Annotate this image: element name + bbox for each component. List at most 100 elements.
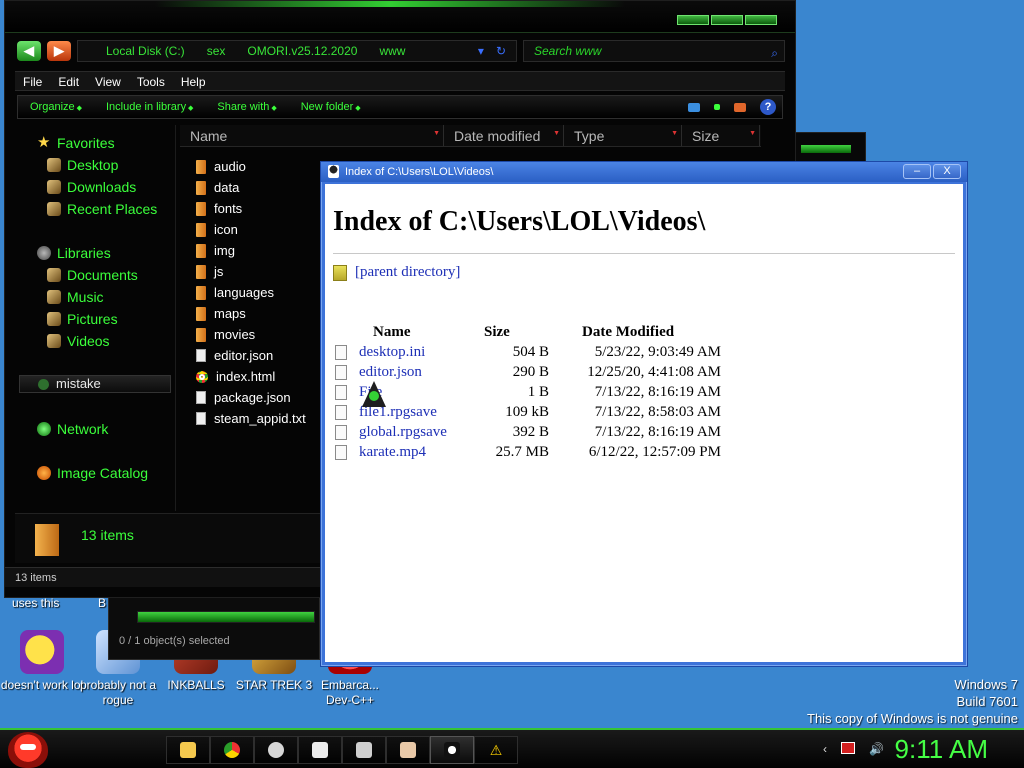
file-row[interactable]: maps: [196, 306, 246, 321]
maximize-button[interactable]: [711, 15, 743, 25]
taskbar-paint-button[interactable]: [386, 736, 430, 764]
table-row[interactable]: File 1 B 7/13/22, 8:16:19 AM: [335, 384, 735, 404]
back-button[interactable]: ◀: [17, 41, 41, 61]
column-size[interactable]: Size: [682, 125, 760, 146]
menu-edit[interactable]: Edit: [50, 72, 87, 90]
nav-libraries[interactable]: Libraries: [37, 245, 111, 261]
file-row[interactable]: fonts: [196, 201, 242, 216]
menu-help[interactable]: Help: [173, 72, 214, 90]
include-in-library-button[interactable]: Include in library: [94, 101, 205, 113]
command-bar: Organize Include in library Share with N…: [17, 95, 783, 119]
explorer-titlebar[interactable]: [5, 1, 795, 33]
view-menu-icon[interactable]: [714, 104, 720, 110]
close-button[interactable]: [745, 15, 777, 25]
file-icon: [335, 345, 347, 360]
nav-homegroup[interactable]: mistake: [19, 375, 171, 393]
minimize-button[interactable]: –: [903, 164, 931, 179]
nav-image-catalog[interactable]: Image Catalog: [37, 465, 148, 481]
index-window[interactable]: Index of C:\Users\LOL\Videos\ – X Index …: [320, 161, 968, 667]
taskbar-chrome-button[interactable]: [210, 736, 254, 764]
taskbar-7zip-button[interactable]: [298, 736, 342, 764]
column-date-modified[interactable]: Date modified: [444, 125, 564, 146]
desktop-icon-yahoo[interactable]: doesn't work lol: [0, 630, 84, 693]
column-type[interactable]: Type: [564, 125, 682, 146]
table-row[interactable]: karate.mp4 25.7 MB 6/12/22, 12:57:09 PM: [335, 444, 735, 464]
address-segment[interactable]: sex: [207, 44, 226, 58]
nav-music[interactable]: Music: [47, 289, 104, 305]
nav-recent-places[interactable]: Recent Places: [47, 201, 157, 217]
organize-button[interactable]: Organize: [18, 101, 94, 113]
show-hidden-icons-icon[interactable]: ‹: [823, 742, 827, 756]
nav-downloads[interactable]: Downloads: [47, 179, 136, 195]
file-icon: [335, 425, 347, 440]
taskbar-warning-button[interactable]: ⚠: [474, 736, 518, 764]
address-segment[interactable]: www: [379, 44, 405, 58]
forward-button[interactable]: ▶: [47, 41, 71, 61]
background-progress-window[interactable]: 0 / 1 object(s) selected: [108, 594, 320, 660]
nav-favorites[interactable]: ★ Favorites: [37, 135, 115, 151]
file-row[interactable]: languages: [196, 285, 274, 300]
background-window[interactable]: [790, 132, 866, 162]
file-row[interactable]: audio: [196, 159, 246, 174]
desktop-icon: [47, 158, 61, 172]
close-button[interactable]: X: [933, 164, 961, 179]
file-row[interactable]: package.json: [196, 390, 291, 405]
action-center-flag-icon[interactable]: [841, 742, 856, 754]
index-titlebar[interactable]: Index of C:\Users\LOL\Videos\ – X: [321, 162, 967, 182]
new-folder-button[interactable]: New folder: [289, 101, 373, 113]
nav-network[interactable]: Network: [37, 421, 108, 437]
share-with-button[interactable]: Share with: [205, 101, 288, 113]
nav-pictures[interactable]: Pictures: [47, 311, 118, 327]
warning-icon: ⚠: [489, 741, 503, 758]
file-row[interactable]: img: [196, 243, 235, 258]
taskbar-explorer-button[interactable]: [166, 736, 210, 764]
progress-slider[interactable]: [137, 611, 315, 623]
file-row[interactable]: icon: [196, 222, 238, 237]
parent-directory-link[interactable]: [parent directory]: [333, 264, 460, 281]
nav-documents[interactable]: Documents: [47, 267, 138, 283]
taskbar-app-button[interactable]: [254, 736, 298, 764]
help-icon[interactable]: ?: [760, 99, 776, 115]
chrome-icon: [196, 370, 208, 383]
file-row[interactable]: steam_appid.txt: [196, 411, 306, 426]
taskbar-clock[interactable]: 9:11 AM: [895, 734, 988, 765]
view-icon[interactable]: [688, 102, 700, 112]
table-row[interactable]: file1.rpgsave 109 kB 7/13/22, 8:58:03 AM: [335, 404, 735, 424]
window-control[interactable]: [801, 145, 851, 153]
file-link[interactable]: karate.mp4: [359, 444, 426, 461]
address-segment[interactable]: OMORI.v25.12.2020: [247, 44, 357, 58]
file-row[interactable]: movies: [196, 327, 255, 342]
file-row[interactable]: editor.json: [196, 348, 273, 363]
file-size: 290 B: [512, 364, 549, 380]
taskbar-omori-button[interactable]: [430, 736, 474, 764]
navigation-pane: ★ Favorites Desktop Downloads Recent Plac…: [15, 125, 175, 511]
menu-tools[interactable]: Tools: [129, 72, 173, 90]
address-bar[interactable]: Local Disk (C:) sex OMORI.v25.12.2020 ww…: [77, 40, 517, 62]
taskbar-computer-button[interactable]: [342, 736, 386, 764]
file-row[interactable]: data: [196, 180, 239, 195]
column-name[interactable]: Name: [180, 125, 444, 146]
refresh-icon[interactable]: ↻: [496, 44, 506, 58]
file-link[interactable]: global.rpgsave: [359, 424, 447, 441]
dropdown-icon[interactable]: ▾: [478, 44, 484, 58]
search-icon[interactable]: ⌕: [771, 43, 778, 63]
nav-videos[interactable]: Videos: [47, 333, 110, 349]
menu-file[interactable]: File: [15, 72, 50, 90]
table-row[interactable]: global.rpgsave 392 B 7/13/22, 8:16:19 AM: [335, 424, 735, 444]
documents-icon: [47, 268, 61, 282]
file-link[interactable]: desktop.ini: [359, 344, 425, 361]
volume-icon[interactable]: 🔊: [869, 742, 884, 756]
menu-view[interactable]: View: [87, 72, 129, 90]
nav-desktop[interactable]: Desktop: [47, 157, 118, 173]
file-row[interactable]: index.html: [196, 369, 275, 384]
desktop-icon-label: doesn't work lol: [0, 678, 84, 692]
search-input[interactable]: Search www ⌕: [523, 40, 785, 62]
preview-pane-icon[interactable]: [734, 102, 746, 112]
table-row[interactable]: desktop.ini 504 B 5/23/22, 9:03:49 AM: [335, 344, 735, 364]
file-row[interactable]: js: [196, 264, 223, 279]
address-segment[interactable]: Local Disk (C:): [106, 44, 185, 58]
minimize-button[interactable]: [677, 15, 709, 25]
table-row[interactable]: editor.json 290 B 12/25/20, 4:41:08 AM: [335, 364, 735, 384]
start-button[interactable]: [8, 732, 48, 768]
file-link[interactable]: editor.json: [359, 364, 422, 381]
